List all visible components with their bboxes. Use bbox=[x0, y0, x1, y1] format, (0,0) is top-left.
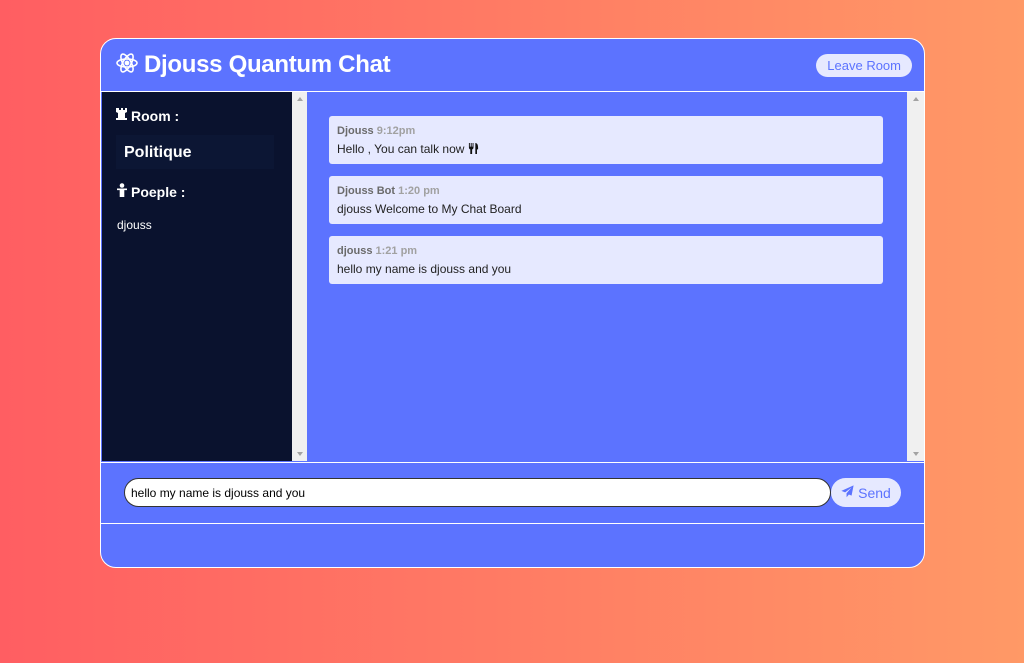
message-text: Hello , You can talk now bbox=[337, 142, 465, 156]
message-text-row: Hello , You can talk now bbox=[337, 142, 875, 156]
leave-room-button[interactable]: Leave Room bbox=[816, 53, 912, 77]
brand: Djouss Quantum Chat bbox=[115, 51, 391, 80]
message-time: 1:20 pm bbox=[398, 185, 440, 197]
room-name: Politique bbox=[116, 135, 274, 169]
message-text: djouss Welcome to My Chat Board bbox=[337, 202, 522, 216]
chess-rook-icon bbox=[116, 107, 131, 124]
message-scrollbar[interactable] bbox=[907, 92, 924, 461]
people-heading: Poeple : bbox=[102, 183, 185, 200]
message-list: Djouss 9:12pm Hello , You can talk now D… bbox=[307, 92, 907, 461]
message-composer: Send bbox=[101, 462, 924, 524]
room-heading: Room : bbox=[102, 107, 179, 124]
message-item: Djouss Bot 1:20 pm djouss Welcome to My … bbox=[329, 176, 883, 224]
scroll-down-icon[interactable] bbox=[912, 452, 919, 456]
message-meta: Djouss 9:12pm bbox=[337, 125, 875, 137]
room-heading-label: Room : bbox=[131, 107, 180, 124]
scroll-up-icon[interactable] bbox=[296, 97, 303, 101]
people-heading-label: Poeple : bbox=[131, 183, 186, 200]
send-label: Send bbox=[858, 484, 891, 501]
user-icon bbox=[116, 183, 131, 200]
message-meta: djouss 1:21 pm bbox=[337, 245, 875, 257]
message-meta: Djouss Bot 1:20 pm bbox=[337, 185, 875, 197]
app-title: Djouss Quantum Chat bbox=[144, 51, 391, 78]
message-item: djouss 1:21 pm hello my name is djouss a… bbox=[329, 236, 883, 284]
message-time: 1:21 pm bbox=[375, 245, 418, 257]
chat-header: Djouss Quantum Chat Leave Room bbox=[101, 39, 924, 92]
atom-icon bbox=[115, 51, 144, 80]
message-input[interactable] bbox=[124, 478, 831, 507]
scroll-down-icon[interactable] bbox=[296, 452, 303, 456]
send-button[interactable]: Send bbox=[831, 478, 901, 507]
message-author: Djouss bbox=[337, 125, 374, 137]
message-text: hello my name is djouss and you bbox=[337, 262, 512, 276]
message-time: 9:12pm bbox=[376, 125, 416, 137]
sidebar-scrollbar[interactable] bbox=[292, 92, 307, 461]
chat-window: Djouss Quantum Chat Leave Room Room : Po… bbox=[100, 38, 925, 568]
message-author: Djouss Bot bbox=[337, 185, 396, 197]
paper-plane-icon bbox=[841, 484, 858, 501]
user-item: djouss bbox=[117, 218, 152, 232]
message-author: djouss bbox=[337, 245, 373, 257]
scroll-up-icon[interactable] bbox=[912, 97, 919, 101]
message-item: Djouss 9:12pm Hello , You can talk now bbox=[329, 116, 883, 164]
sidebar: Room : Politique Poeple : djouss bbox=[102, 92, 292, 461]
utensils-icon bbox=[468, 142, 479, 156]
user-list: djouss bbox=[117, 218, 152, 232]
